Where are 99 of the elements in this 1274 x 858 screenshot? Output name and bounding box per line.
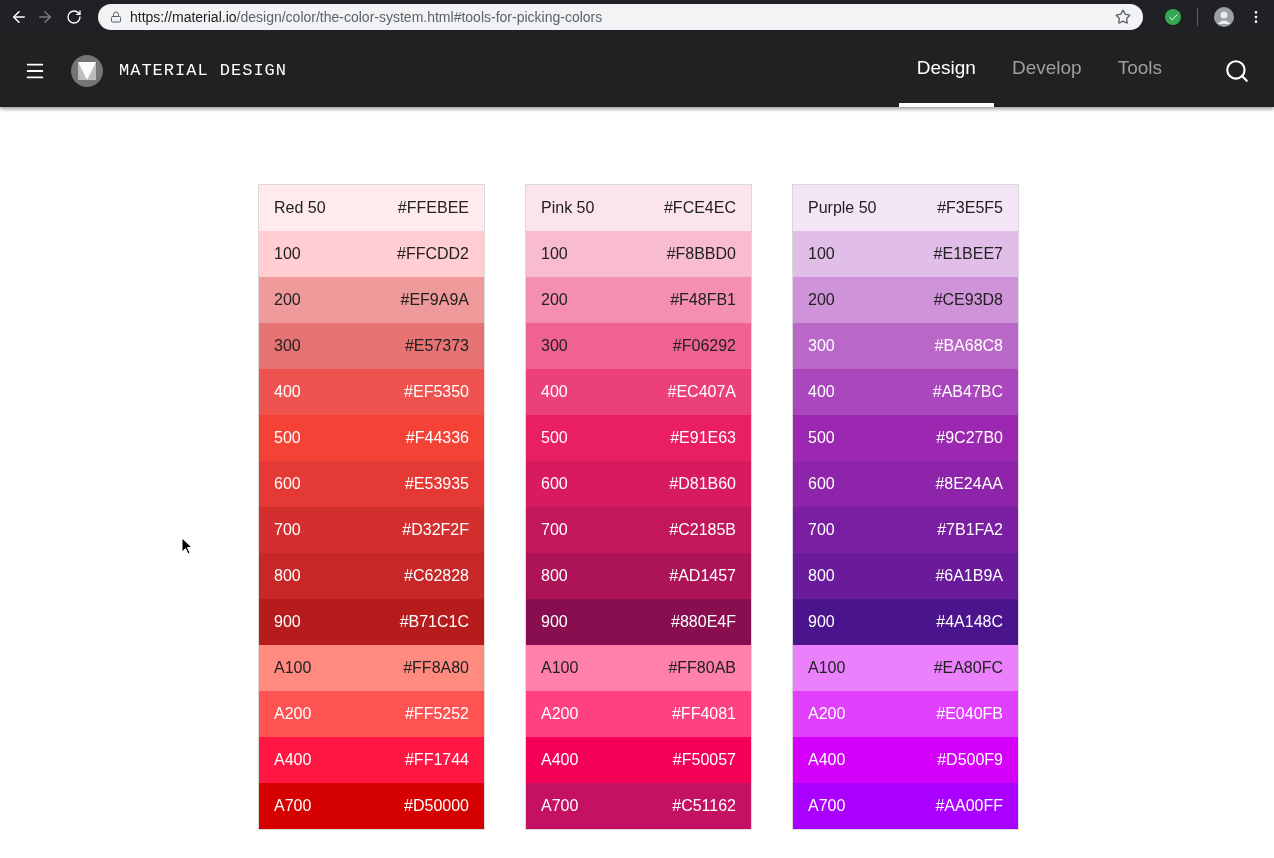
swatch-name: A700 [808,796,846,816]
swatch-hex: #AD1457 [669,566,736,586]
swatch-name: A400 [541,750,579,770]
swatch-name: 400 [541,382,568,402]
logo-icon[interactable] [71,54,103,87]
swatch-hex: #EF5350 [404,382,469,402]
swatch-hex: #D32F2F [402,520,469,540]
swatch-name: Pink 50 [541,198,595,218]
swatch-hex: #C51162 [672,796,736,816]
swatch-name: 400 [808,382,835,402]
swatch-hex: #D81B60 [669,474,736,494]
swatch-name: 200 [274,290,301,310]
swatch-hex: #FCE4EC [663,198,736,218]
swatch-name: Red 50 [274,198,326,218]
swatch-hex: #FFEBEE [397,198,469,218]
swatch-hex: #D500F9 [937,750,1003,770]
swatch-name: Purple 50 [808,198,877,218]
bookmark-star-icon[interactable] [1115,9,1132,25]
swatch-hex: #880E4F [671,612,736,632]
swatch-hex: #E040FB [936,704,1003,724]
swatch-hex: #E1BEE7 [933,244,1003,264]
swatch-hex: #EA80FC [933,658,1003,678]
swatch-hex: #F44336 [405,428,469,448]
swatch-name: 100 [808,244,835,264]
swatch-hex: #E91E63 [670,428,736,448]
swatch-name: A100 [274,658,312,678]
swatch-hex: #F8BBD0 [666,244,736,264]
swatch-name: A700 [541,796,579,816]
swatch-name: 100 [274,244,301,264]
swatch-name: 500 [274,428,301,448]
reload-icon[interactable] [65,9,82,25]
nav-tab[interactable]: Tools [1099,34,1180,107]
swatch-hex: #EC407A [667,382,736,402]
mouse-cursor-icon [181,537,193,555]
nav-tab[interactable]: Develop [993,34,1100,107]
swatch-hex: #BA68C8 [934,336,1003,356]
swatch-name: A200 [808,704,846,724]
swatch-name: 900 [808,612,835,632]
swatch-hex: #FF80AB [668,658,736,678]
swatch-name: 800 [808,566,835,586]
swatch-name: 200 [808,290,835,310]
swatch-name: 100 [541,244,568,264]
url-text: https://material.io/design/color/the-color-system.html#tools-for-picking-colors [129,7,604,27]
lock-icon [109,11,122,23]
swatch-name: 700 [274,520,301,540]
swatch-hex: #B71C1C [399,612,469,632]
swatch-name: A200 [274,704,312,724]
swatch-hex: #AB47BC [932,382,1003,402]
swatch-hex: #CE93D8 [933,290,1003,310]
swatch-hex: #D50000 [404,796,469,816]
swatch-name: 800 [541,566,568,586]
swatch-name: A400 [808,750,846,770]
avatar-icon[interactable] [1214,7,1234,27]
swatch-hex: #F50057 [672,750,736,770]
swatch-hex: #AA00FF [935,796,1003,816]
swatch-hex: #EF9A9A [400,290,469,310]
swatch-name: 200 [541,290,568,310]
swatch-hex: #FF5252 [404,704,469,724]
swatch-name: 900 [274,612,301,632]
swatch-name: 600 [541,474,568,494]
swatch-hex: #C62828 [404,566,469,586]
swatch-hex: #E57373 [404,336,469,356]
nav-tab[interactable]: Design [898,34,994,107]
swatch-name: 500 [541,428,568,448]
swatch-hex: #F06292 [672,336,736,356]
search-icon[interactable] [1224,57,1250,84]
swatch-hex: #F3E5F5 [937,198,1003,218]
swatch-name: A700 [274,796,312,816]
swatch-hex: #6A1B9A [935,566,1003,586]
address-bar[interactable]: https://material.io/design/color/the-color-system.html#tools-for-picking-colors [97,4,1144,30]
swatch-name: A100 [808,658,846,678]
swatch-hex: #C2185B [669,520,736,540]
back-icon[interactable] [10,8,28,26]
swatch-name: 300 [808,336,835,356]
swatch-hex: #9C27B0 [936,428,1003,448]
swatch-name: 800 [274,566,301,586]
swatch-hex: #FF4081 [671,704,736,724]
swatch-name: 700 [541,520,568,540]
swatch-hex: #F48FB1 [670,290,736,310]
swatch-name: 400 [274,382,301,402]
swatch-name: A200 [541,704,579,724]
swatch-hex: #FF1744 [404,750,469,770]
swatch-name: 600 [274,474,301,494]
swatch-name: A100 [541,658,579,678]
extension-check-icon[interactable] [1165,9,1182,25]
swatch-name: 700 [808,520,835,540]
swatch-name: 300 [274,336,301,356]
swatch-name: A400 [274,750,312,770]
swatch-name: 900 [541,612,568,632]
swatch-name: 600 [808,474,835,494]
swatch-hex: #4A148C [936,612,1003,632]
swatch-hex: #FF8A80 [403,658,469,678]
swatch-name: 500 [808,428,835,448]
swatch-name: 300 [541,336,568,356]
swatch-hex: #8E24AA [935,474,1003,494]
swatch-hex: #7B1FA2 [937,520,1003,540]
site-title[interactable]: MATERIAL DESIGN [119,57,288,84]
swatch-hex: #E53935 [404,474,469,494]
swatch-hex: #FFCDD2 [397,244,469,264]
